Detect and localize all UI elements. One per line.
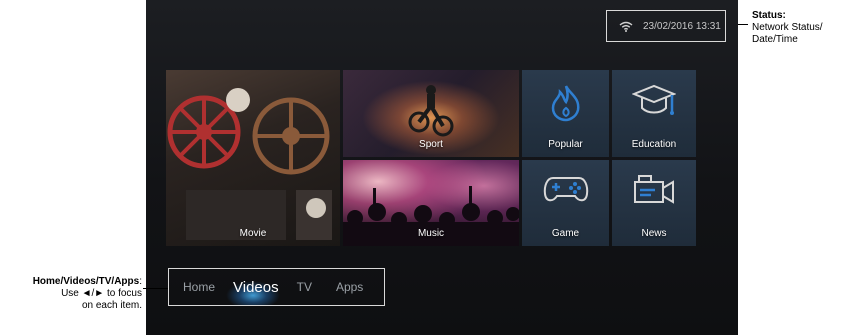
status-callout-line1: Network Status/ bbox=[752, 22, 823, 33]
tile-news-label: News bbox=[641, 228, 667, 239]
status-callout: Status: Network Status/ Date/Time bbox=[752, 10, 823, 46]
tile-education-label: Education bbox=[631, 139, 677, 150]
video-camera-icon bbox=[634, 175, 674, 204]
graduation-cap-icon bbox=[632, 84, 676, 115]
tile-popular-label: Popular bbox=[548, 139, 583, 150]
tile-sport-label: Sport bbox=[419, 139, 443, 150]
nav-callout-line2: on each item. bbox=[81, 300, 142, 311]
nav-apps[interactable]: Apps bbox=[336, 280, 363, 294]
nav-bar: Home Videos TV Apps bbox=[168, 268, 385, 306]
nav-home[interactable]: Home bbox=[183, 280, 215, 294]
tile-movie[interactable]: Movie bbox=[166, 70, 340, 246]
tile-education[interactable]: Education bbox=[612, 70, 696, 157]
nav-callout-title: Home/Videos/TV/Apps bbox=[32, 276, 140, 287]
tile-music-label: Music bbox=[417, 228, 445, 239]
nav-videos[interactable]: Videos bbox=[233, 279, 279, 296]
nav-callout: Home/Videos/TV/Apps: Use ◄/► to focus on… bbox=[0, 276, 142, 312]
tile-news[interactable]: News bbox=[612, 160, 696, 246]
tile-sport[interactable]: Sport bbox=[343, 70, 519, 157]
flame-icon bbox=[551, 85, 579, 122]
tile-popular[interactable]: Popular bbox=[522, 70, 609, 157]
wifi-icon bbox=[619, 21, 633, 32]
tile-music[interactable]: Music bbox=[343, 160, 519, 246]
status-callout-line2: Date/Time bbox=[752, 34, 798, 45]
tile-movie-label: Movie bbox=[239, 228, 267, 239]
nav-tv[interactable]: TV bbox=[297, 280, 312, 294]
film-reel-image bbox=[167, 88, 332, 240]
status-callout-line bbox=[738, 24, 748, 25]
tv-screen: 23/02/2016 13:31 Movie Sport Popular Edu… bbox=[146, 0, 738, 335]
gamepad-icon bbox=[543, 177, 588, 202]
status-callout-title: Status: bbox=[752, 10, 786, 21]
nav-callout-line bbox=[143, 288, 168, 289]
tile-game[interactable]: Game bbox=[522, 160, 609, 246]
nav-callout-line1: Use ◄/► to focus bbox=[61, 288, 142, 299]
tile-game-label: Game bbox=[551, 228, 580, 239]
date-time: 23/02/2016 13:31 bbox=[643, 20, 721, 32]
status-box: 23/02/2016 13:31 bbox=[606, 10, 726, 42]
